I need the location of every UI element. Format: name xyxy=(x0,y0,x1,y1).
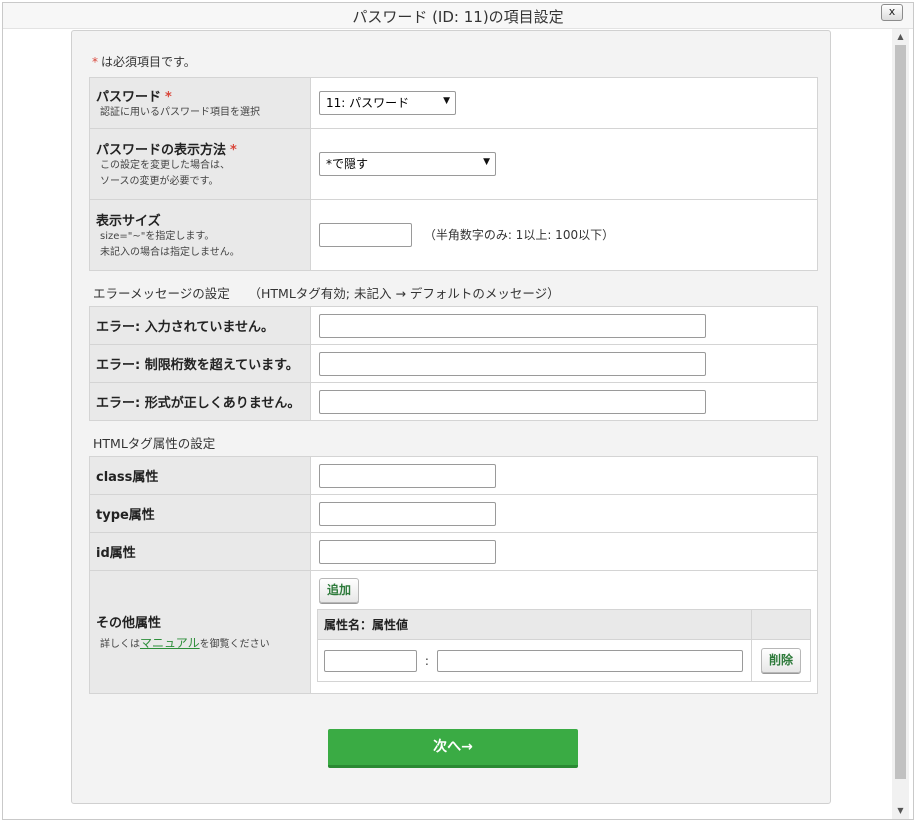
basic-settings-table: パスワード * 認証に用いるパスワード項目を選択 11: パスワード ▼ パスワー… xyxy=(89,77,818,271)
add-attr-button[interactable]: 追加 xyxy=(319,578,360,603)
form-panel: * は必須項目です。 パスワード * 認証に用いるパスワード項目を選択 11: パス… xyxy=(71,30,831,804)
password-select[interactable]: 11: パスワード xyxy=(319,91,456,115)
manual-link[interactable]: マニュアル xyxy=(140,636,200,650)
password-desc: 認証に用いるパスワード項目を選択 xyxy=(100,106,260,118)
type-attr-label: type属性 xyxy=(96,508,155,523)
display-size-label: 表示サイズ xyxy=(96,213,161,229)
delete-attr-button[interactable]: 削除 xyxy=(760,648,801,673)
display-method-desc1: この設定を変更した場合は、 xyxy=(100,159,230,171)
error-label-maxlength: エラー: 制限桁数を超えています。 xyxy=(96,358,299,373)
password-label-cell: パスワード * 認証に用いるパスワード項目を選択 xyxy=(89,77,311,129)
error-settings-table: エラー: 入力されていません。 エラー: 制限桁数を超えています。 エラー: 形… xyxy=(89,306,818,421)
error-required-input[interactable] xyxy=(319,313,706,338)
error-label-required: エラー: 入力されていません。 xyxy=(96,320,274,335)
display-size-input[interactable] xyxy=(319,223,412,247)
error-section-title: エラーメッセージの設定 （HTMLタグ有効; 未記入 → デフォルトのメッセージ… xyxy=(93,286,560,301)
error-maxlength-input[interactable] xyxy=(319,351,706,376)
error-label-format: エラー: 形式が正しくありません。 xyxy=(96,396,301,411)
arrow-down-icon[interactable]: ▼ xyxy=(892,803,909,819)
display-method-select[interactable]: *で隠す xyxy=(319,152,496,176)
id-attr-input[interactable] xyxy=(319,539,496,564)
display-method-value-cell: *で隠す ▼ xyxy=(310,128,818,200)
error-format-input[interactable] xyxy=(319,389,706,414)
attr-value-input[interactable] xyxy=(436,649,743,672)
vertical-scrollbar[interactable]: ▲ ▼ xyxy=(892,29,909,819)
arrow-up-icon[interactable]: ▲ xyxy=(892,29,909,45)
scroll-thumb[interactable] xyxy=(895,45,906,779)
other-attr-header: 属性名：属性値 xyxy=(317,609,752,640)
attr-settings-table: class属性 type属性 id属性 その他属性 詳しくはマニュアルを御覧くだ… xyxy=(89,456,818,694)
required-star: * xyxy=(230,142,237,158)
display-method-desc2: ソースの変更が必要です。 xyxy=(100,175,219,187)
display-method-label: パスワードの表示方法 xyxy=(96,142,227,158)
display-size-hint: （半角数字のみ: 1以上: 100以下） xyxy=(423,228,615,242)
other-attr-table: 属性名：属性値 : 削除 xyxy=(317,609,811,682)
close-button[interactable]: x xyxy=(881,4,903,21)
next-button[interactable]: 次へ→ xyxy=(328,729,578,768)
other-attr-label-cell: その他属性 詳しくはマニュアルを御覧ください xyxy=(89,570,311,694)
display-size-label-cell: 表示サイズ size="~"を指定します。 未記入の場合は指定しません。 xyxy=(89,199,311,271)
other-attr-desc-prefix: 詳しくは xyxy=(100,638,140,650)
window-title: パスワード (ID: 11)の項目設定 xyxy=(3,3,913,29)
display-size-value-cell: （半角数字のみ: 1以上: 100以下） xyxy=(310,199,818,271)
other-attr-row: : xyxy=(317,639,752,682)
type-attr-input[interactable] xyxy=(319,501,496,526)
close-icon: x xyxy=(888,5,896,18)
id-attr-label: id属性 xyxy=(96,546,136,561)
display-size-desc2: 未記入の場合は指定しません。 xyxy=(100,246,240,258)
other-attr-desc: 詳しくはマニュアルを御覧ください xyxy=(96,635,304,653)
required-note-text: は必須項目です。 xyxy=(101,55,196,69)
display-size-desc1: size="~"を指定します。 xyxy=(100,230,215,242)
settings-dialog: パスワード (ID: 11)の項目設定 x ▲ ▼ * は必須項目です。 パスワー… xyxy=(2,2,914,820)
password-value-cell: 11: パスワード ▼ xyxy=(310,77,818,129)
other-attr-value-cell: 追加 属性名：属性値 : 削除 xyxy=(310,570,818,694)
class-attr-input[interactable] xyxy=(319,463,496,488)
attr-section-title: HTMLタグ属性の設定 xyxy=(93,436,216,451)
delete-cell: 削除 xyxy=(751,639,811,682)
password-label: パスワード xyxy=(96,89,162,105)
class-attr-label: class属性 xyxy=(96,470,159,485)
required-star: * xyxy=(92,55,98,69)
required-note: * は必須項目です。 xyxy=(92,53,196,70)
attr-name-input[interactable] xyxy=(324,649,417,672)
attr-separator: : xyxy=(424,653,429,668)
display-method-label-cell: パスワードの表示方法 * この設定を変更した場合は、 ソースの変更が必要です。 xyxy=(89,128,311,200)
other-attr-label: その他属性 xyxy=(96,615,162,631)
other-attr-desc-suffix: を御覧ください xyxy=(199,638,270,650)
required-star: * xyxy=(165,89,172,105)
other-attr-header-empty xyxy=(751,609,811,640)
